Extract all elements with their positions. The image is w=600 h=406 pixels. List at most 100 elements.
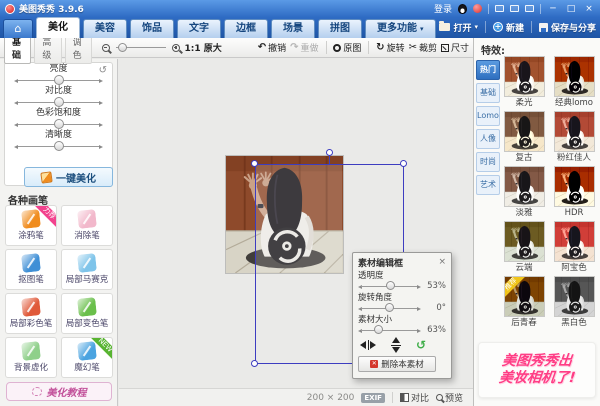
effect-item[interactable]: 黑白色 [550,276,598,328]
effect-thumbnail[interactable] [504,111,545,152]
feedback-icon[interactable] [510,5,519,12]
effect-item[interactable]: HDR [550,166,598,218]
close-button[interactable]: × [583,3,595,15]
preview-button[interactable]: 预览 [436,391,463,404]
effect-thumbnail[interactable] [554,221,595,262]
effect-item[interactable]: 云端 [500,221,548,273]
nav-tab[interactable]: 美容 [83,19,127,38]
flip-horizontal-icon[interactable] [360,340,376,350]
window-mode-icon[interactable] [525,5,534,12]
effect-category-tab[interactable]: 艺术 [476,175,500,195]
zoom-slider-handle[interactable] [118,43,127,52]
effect-category-tab[interactable]: 基础 [476,83,500,103]
brush-tool-label: 局部马赛克 [66,273,109,285]
effect-label: 复古 [500,153,548,163]
rotation-handle[interactable] [326,149,333,156]
slider-right-arrow [99,79,103,83]
effect-thumbnail[interactable]: 推荐 [504,276,545,317]
nav-tab[interactable]: 边框 [224,19,268,38]
brush-tool-button[interactable]: 局部彩色笔 [5,293,57,334]
resize-button[interactable]: 尺寸 [441,41,469,54]
qq-icon[interactable] [458,4,467,14]
effect-item[interactable]: 柔光 [500,56,548,108]
slider-track[interactable] [14,97,103,108]
original-image-button[interactable]: 原图 [333,41,361,54]
effect-thumbnail[interactable] [504,221,545,262]
effect-thumbnail[interactable] [554,166,595,207]
slider-handle[interactable] [54,119,64,129]
sticker-slider-handle[interactable] [385,303,394,312]
sticker-slider-track[interactable] [358,303,421,313]
sticker-slider-handle[interactable] [386,281,395,290]
original-size-button[interactable]: 1:1 原大 [184,41,221,54]
slider-track[interactable] [14,141,103,152]
effect-category-tab[interactable]: Lomo [476,106,500,126]
login-link[interactable]: 登录 [434,2,452,15]
minimize-button[interactable]: ─ [547,3,559,15]
brush-tool-button[interactable]: 消除笔 [61,205,113,246]
brush-tool-button[interactable]: 局部变色笔 [61,293,113,334]
selection-handle-bottom-left[interactable] [251,360,258,367]
brush-tool-button[interactable]: 背景虚化 [5,337,57,378]
zoom-in-icon[interactable] [172,44,180,52]
sticker-slider-track[interactable] [358,281,421,291]
effect-thumbnail[interactable] [554,276,595,317]
effect-thumbnail[interactable] [554,111,595,152]
selection-handle-top-left[interactable] [251,160,258,167]
ad-banner[interactable]: 美图秀秀出 美妆相机了! [478,342,596,398]
open-button[interactable]: 打开 ▾ [439,21,478,34]
effect-item[interactable]: 推荐 后青春 [500,276,548,328]
nav-tab[interactable]: 文字 [177,19,221,38]
new-button[interactable]: + 新建 [493,21,524,34]
slider-handle[interactable] [54,141,64,151]
nav-tab[interactable]: 美化 [36,17,80,38]
brush-tool-button[interactable]: 抠图笔 [5,249,57,290]
crop-button[interactable]: ✂ 裁剪 [409,41,437,54]
exif-badge[interactable]: EXIF [361,393,385,403]
sticker-slider-track[interactable] [358,325,421,335]
compare-button[interactable]: 对比 [400,391,429,404]
redo-button[interactable]: ↷ 重做 [290,41,318,54]
zoom-slider[interactable] [116,44,166,52]
tutorial-button[interactable]: 美化教程 [6,382,112,401]
undo-button[interactable]: ↶ 撤销 [258,41,286,54]
slider-track[interactable] [14,119,103,130]
nav-tab-more[interactable]: 更多功能▾ [365,19,436,38]
sticker-slider-handle[interactable] [374,325,383,334]
slider-handle[interactable] [54,75,64,85]
effect-item[interactable]: 经典lomo [550,56,598,108]
effect-item[interactable]: 淡雅 [500,166,548,218]
effect-thumbnail[interactable] [504,166,545,207]
effect-item[interactable]: 粉红佳人 [550,111,598,163]
home-tab[interactable]: ⌂ [3,19,33,38]
effect-thumbnail[interactable] [504,56,545,97]
slider-handle[interactable] [54,97,64,107]
brush-tool-button[interactable]: NEW 魔幻笔 [61,337,113,378]
slider-track[interactable] [14,75,103,86]
effect-category-tab[interactable]: 人像 [476,129,500,149]
save-share-button[interactable]: 保存与分享 [539,21,596,34]
close-icon[interactable]: × [438,258,446,267]
quick-actions-bar: 打开 ▾ + 新建 保存与分享 [439,18,596,36]
one-key-beautify-button[interactable]: 一键美化 [24,167,113,187]
effect-item[interactable]: 阿宝色 [550,221,598,273]
nav-tab[interactable]: 场景 [271,19,315,38]
rotate-sticker-icon[interactable]: ↺ [416,340,426,350]
effect-thumbnail[interactable] [554,56,595,97]
selection-handle-top-right[interactable] [400,160,407,167]
nav-tab[interactable]: 饰品 [130,19,174,38]
effect-category-tab[interactable]: 热门 [476,60,500,80]
maximize-button[interactable]: □ [565,3,577,15]
brush-tool-button[interactable]: 力荐 涂鸦笔 [5,205,57,246]
meitu-account-icon[interactable] [473,4,482,13]
rotate-button[interactable]: ↻ 旋转 [376,41,404,54]
gallery-icon[interactable] [495,5,504,12]
flip-vertical-icon[interactable] [391,337,401,353]
effect-item[interactable]: 复古 [500,111,548,163]
nav-tab[interactable]: 拼图 [318,19,362,38]
brush-tool-button[interactable]: 局部马赛克 [61,249,113,290]
delete-sticker-button[interactable]: ✕ 删除本素材 [358,356,436,372]
effect-category-tab[interactable]: 时尚 [476,152,500,172]
zoom-out-icon[interactable] [102,44,110,52]
slider-right-arrow [99,145,103,149]
